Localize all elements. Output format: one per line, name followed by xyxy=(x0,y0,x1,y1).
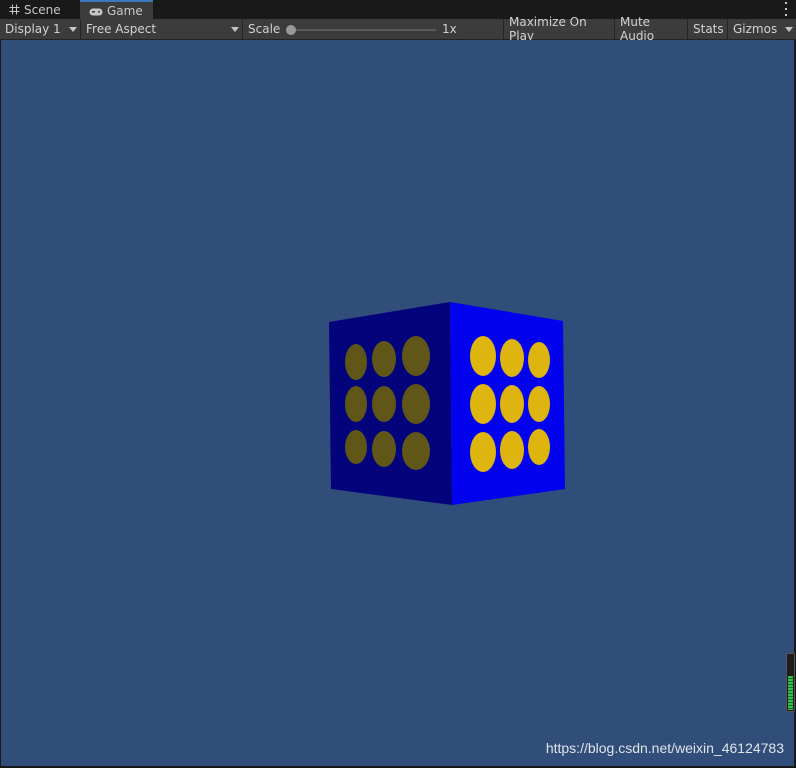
gamepad-icon xyxy=(89,6,103,16)
scale-value: 1x xyxy=(442,22,457,36)
dot xyxy=(528,386,550,422)
chevron-down-icon xyxy=(231,27,239,32)
tab-scene[interactable]: Scene xyxy=(0,0,80,19)
dot xyxy=(402,336,430,376)
dot xyxy=(500,339,524,377)
audio-level-meter xyxy=(786,653,795,712)
display-dropdown[interactable]: Display 1 xyxy=(0,19,81,39)
watermark: https://blog.csdn.net/weixin_46124783 xyxy=(545,740,784,756)
grid-icon xyxy=(9,4,20,15)
dot xyxy=(402,432,430,470)
stats-toggle[interactable]: Stats xyxy=(688,19,728,39)
dot xyxy=(372,386,396,422)
scale-slider-track[interactable] xyxy=(291,29,436,31)
scale-slider-thumb[interactable] xyxy=(286,25,296,35)
gizmos-label: Gizmos xyxy=(733,22,778,36)
scale-label: Scale xyxy=(248,22,281,36)
tab-game[interactable]: Game xyxy=(80,0,153,19)
dot xyxy=(345,344,367,380)
dot xyxy=(470,432,496,472)
dark-face-dots xyxy=(345,336,430,470)
display-dropdown-label: Display 1 xyxy=(5,22,61,36)
maximize-on-play-label: Maximize On Play xyxy=(509,15,587,43)
game-viewport[interactable]: https://blog.csdn.net/weixin_46124783 xyxy=(1,40,794,766)
chevron-down-icon xyxy=(785,27,793,32)
dot xyxy=(470,384,496,424)
dot xyxy=(500,431,524,469)
dot xyxy=(372,431,396,467)
dot xyxy=(372,341,396,377)
stats-label: Stats xyxy=(693,22,724,36)
game-view-toolbar: Display 1 Free Aspect Scale 1x Maximize … xyxy=(0,15,796,43)
dot xyxy=(528,429,550,465)
gizmos-dropdown[interactable]: Gizmos xyxy=(728,19,796,39)
dot xyxy=(402,384,430,424)
aspect-dropdown[interactable]: Free Aspect xyxy=(81,19,243,39)
dot xyxy=(345,386,367,422)
dot xyxy=(528,342,550,378)
tab-game-label: Game xyxy=(107,3,143,18)
audio-level-fill xyxy=(788,675,793,710)
chevron-down-icon xyxy=(69,27,77,32)
dot xyxy=(470,336,496,376)
dot xyxy=(345,430,367,464)
dice-cube xyxy=(329,302,565,505)
tab-scene-label: Scene xyxy=(24,2,61,17)
mute-audio-toggle[interactable]: Mute Audio xyxy=(615,15,688,43)
aspect-dropdown-label: Free Aspect xyxy=(86,22,157,36)
mute-audio-label: Mute Audio xyxy=(620,15,655,43)
more-options-icon[interactable] xyxy=(784,2,788,16)
maximize-on-play-toggle[interactable]: Maximize On Play xyxy=(504,15,615,43)
light-face-dots xyxy=(470,336,550,472)
dot xyxy=(500,385,524,423)
